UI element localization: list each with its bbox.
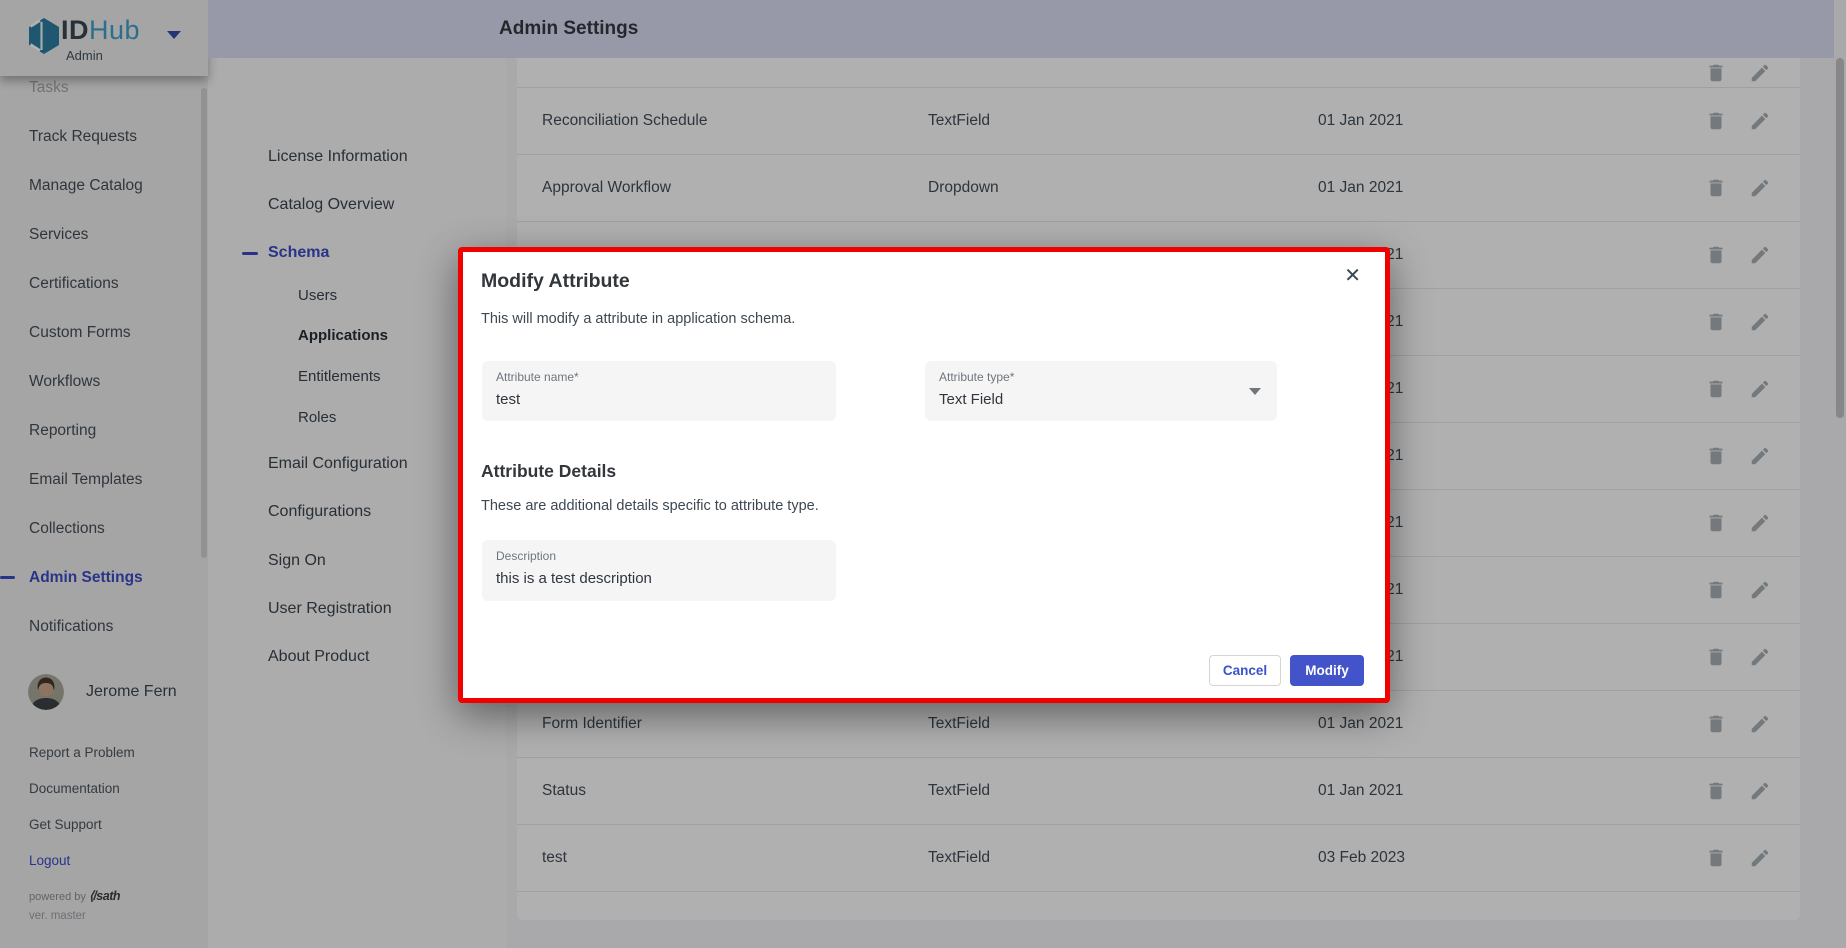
description-field[interactable]: Description this is a test description — [482, 540, 836, 601]
modal-subtitle: This will modify a attribute in applicat… — [481, 311, 795, 327]
attribute-type-select[interactable]: Attribute type* Text Field — [925, 361, 1277, 421]
attribute-details-heading: Attribute Details — [481, 461, 616, 482]
attribute-name-label: Attribute name* — [496, 370, 579, 384]
description-label: Description — [496, 549, 556, 563]
attribute-type-label: Attribute type* — [939, 370, 1014, 384]
attribute-name-field[interactable]: Attribute name* test — [482, 361, 836, 421]
modify-attribute-modal: Modify Attribute ✕ This will modify a at… — [458, 247, 1390, 703]
attribute-name-value: test — [496, 391, 520, 408]
chevron-down-icon — [1249, 388, 1261, 395]
modal-title: Modify Attribute — [481, 270, 630, 293]
cancel-button[interactable]: Cancel — [1209, 655, 1281, 686]
close-icon[interactable]: ✕ — [1344, 266, 1361, 286]
attribute-type-value: Text Field — [939, 391, 1003, 408]
description-value: this is a test description — [496, 570, 652, 587]
modify-button[interactable]: Modify — [1290, 655, 1364, 686]
attribute-details-text: These are additional details specific to… — [481, 498, 819, 514]
